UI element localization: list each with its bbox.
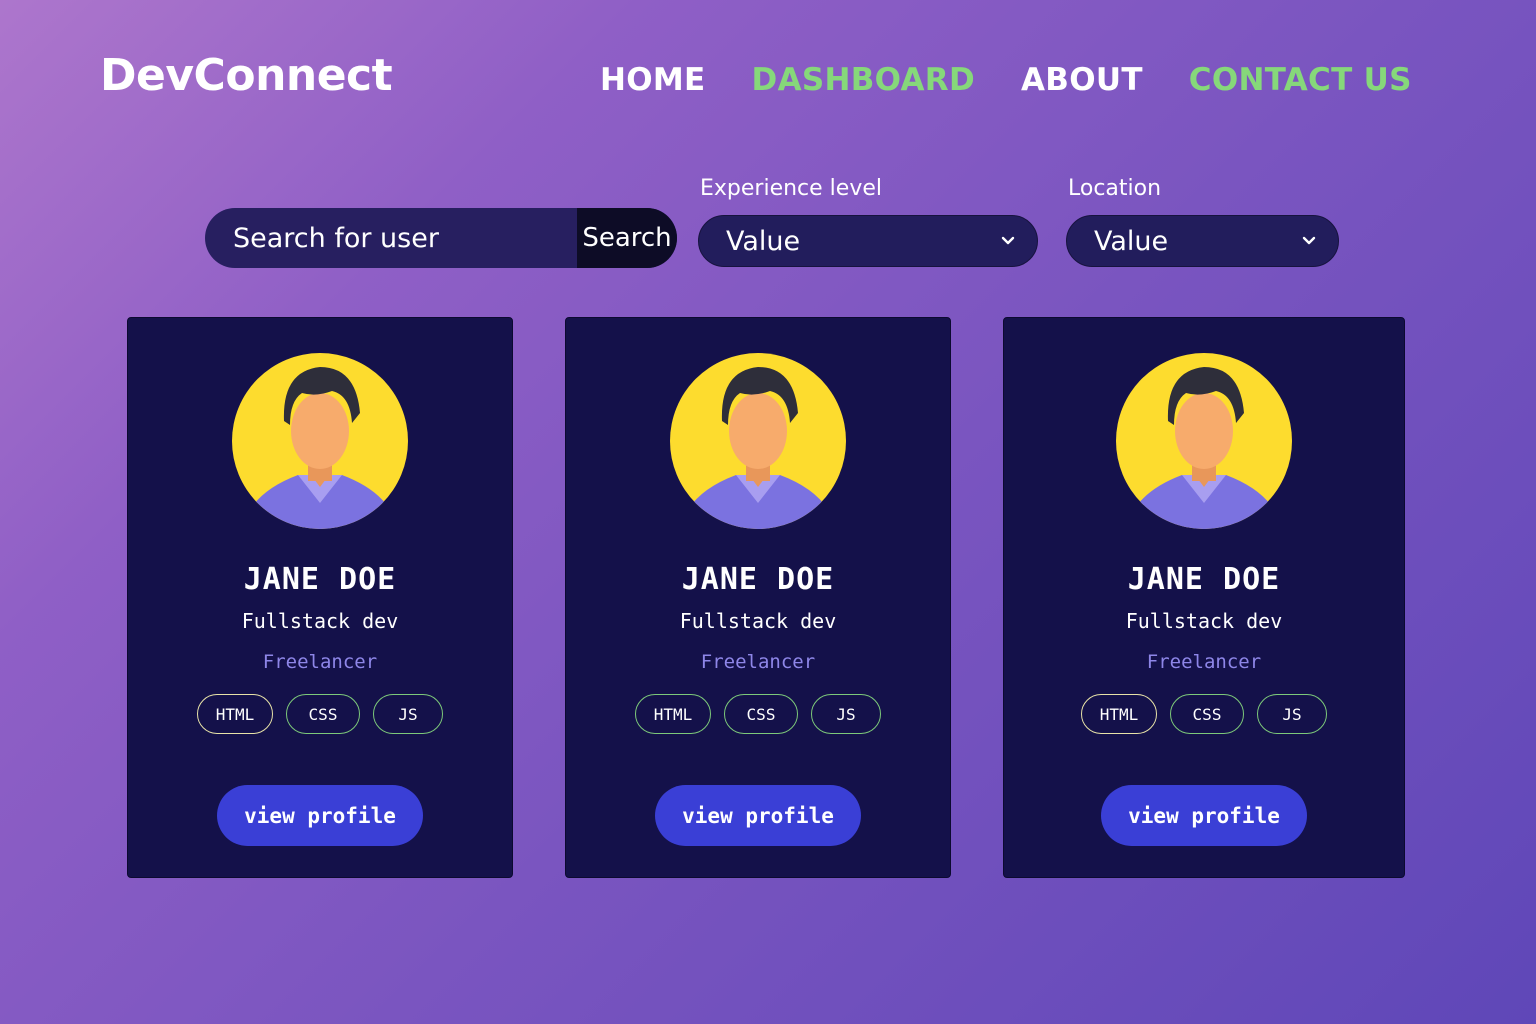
user-name: JANE DOE — [1127, 562, 1281, 597]
location-label: Location — [1068, 176, 1162, 201]
skill-tag: JS — [373, 694, 443, 734]
logo[interactable]: DevConnect — [100, 50, 393, 101]
experience-select[interactable]: Value — [698, 215, 1038, 267]
chevron-down-icon — [1001, 234, 1015, 248]
user-role: Fullstack dev — [679, 609, 837, 633]
user-role: Fullstack dev — [241, 609, 399, 633]
nav-contact-us[interactable]: CONTACT US — [1189, 62, 1412, 98]
user-avatar-icon — [232, 353, 408, 529]
skill-tag: JS — [1257, 694, 1327, 734]
skill-tag: HTML — [197, 694, 273, 734]
profile-card: JANE DOE Fullstack dev Freelancer HTML C… — [1003, 317, 1405, 878]
experience-label: Experience level — [700, 176, 882, 201]
skill-tags: HTML CSS JS — [1004, 694, 1404, 734]
chevron-down-icon — [1302, 234, 1316, 248]
profile-card: JANE DOE Fullstack dev Freelancer HTML C… — [127, 317, 513, 878]
user-role: Fullstack dev — [1125, 609, 1283, 633]
user-name: JANE DOE — [243, 562, 397, 597]
skill-tag: CSS — [1170, 694, 1244, 734]
skill-tags: HTML CSS JS — [128, 694, 512, 734]
user-avatar-icon — [670, 353, 846, 529]
search-bar: Search — [205, 208, 677, 268]
search-input[interactable] — [205, 208, 577, 268]
main-nav: HOME DASHBOARD ABOUT CONTACT US — [600, 62, 1412, 98]
user-name: JANE DOE — [681, 562, 835, 597]
view-profile-button[interactable]: view profile — [217, 785, 423, 846]
view-profile-button[interactable]: view profile — [655, 785, 861, 846]
user-status: Freelancer — [262, 651, 378, 673]
nav-about[interactable]: ABOUT — [1021, 62, 1143, 98]
user-status: Freelancer — [1146, 651, 1262, 673]
experience-filter: Experience level Value — [698, 176, 1038, 267]
view-profile-button[interactable]: view profile — [1101, 785, 1307, 846]
skill-tags: HTML CSS JS — [566, 694, 950, 734]
skill-tag: CSS — [286, 694, 360, 734]
nav-home[interactable]: HOME — [600, 62, 706, 98]
skill-tag: HTML — [635, 694, 711, 734]
nav-dashboard[interactable]: DASHBOARD — [752, 62, 975, 98]
experience-select-value: Value — [726, 225, 801, 257]
user-status: Freelancer — [700, 651, 816, 673]
location-select[interactable]: Value — [1066, 215, 1339, 267]
location-filter: Location Value — [1066, 176, 1339, 267]
skill-tag: CSS — [724, 694, 798, 734]
user-avatar-icon — [1116, 353, 1292, 529]
skill-tag: HTML — [1081, 694, 1157, 734]
skill-tag: JS — [811, 694, 881, 734]
profile-card: JANE DOE Fullstack dev Freelancer HTML C… — [565, 317, 951, 878]
search-button[interactable]: Search — [577, 208, 677, 268]
location-select-value: Value — [1094, 225, 1169, 257]
